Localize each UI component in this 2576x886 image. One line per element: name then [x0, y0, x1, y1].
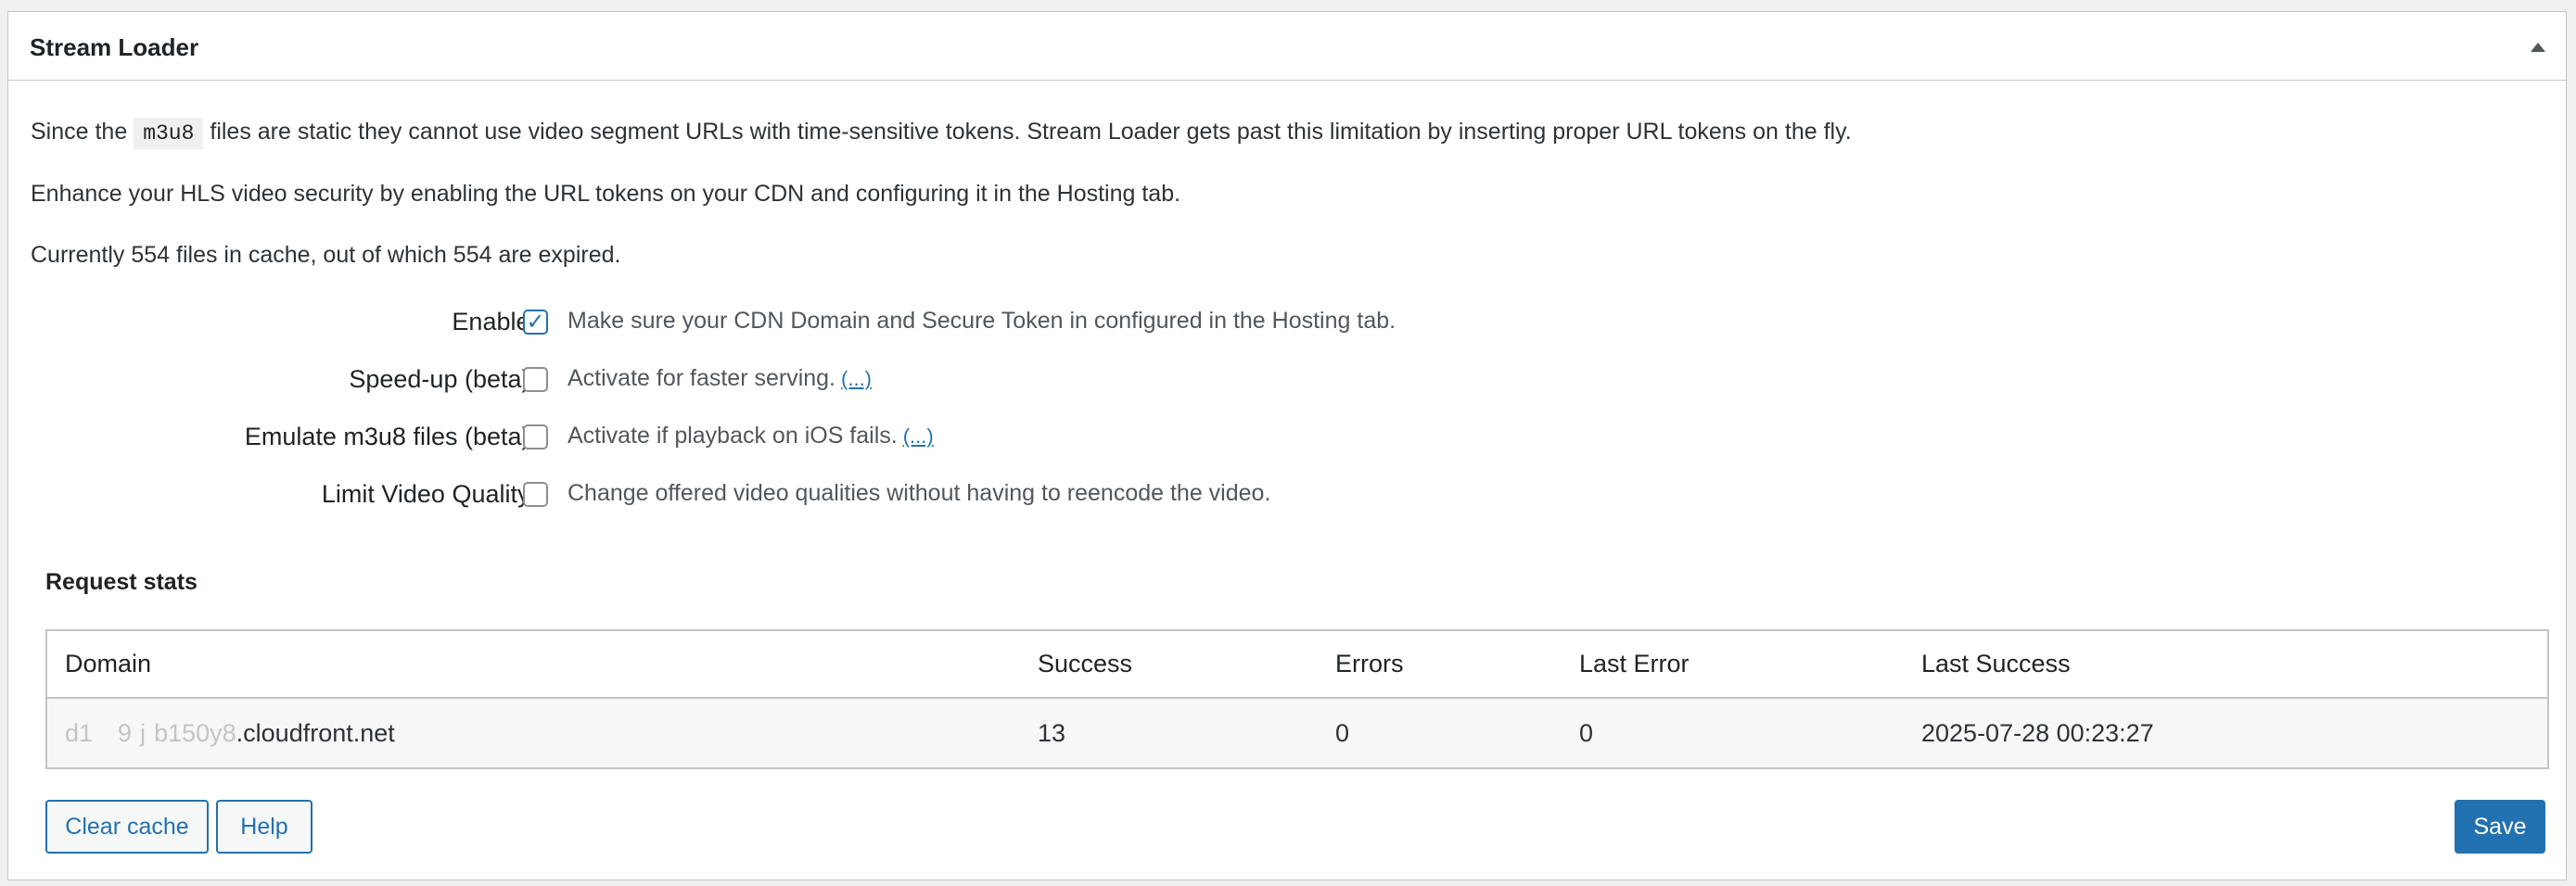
stream-loader-panel: Stream Loader Since the m3u8 files are s… — [7, 11, 2567, 880]
panel-header: Stream Loader — [8, 12, 2566, 81]
column-header: Errors — [1318, 630, 1562, 699]
setting-row-speedup: Speed-up (beta): Activate for faster ser… — [31, 360, 1514, 397]
emulate-more-link[interactable]: (...) — [903, 424, 934, 448]
speedup-checkbox[interactable] — [523, 367, 548, 392]
success-cell: 13 — [1020, 698, 1318, 768]
collapse-toggle-icon[interactable] — [2525, 34, 2551, 60]
setting-description-text: Activate for faster serving. — [567, 365, 836, 391]
table-header-row: Domain Success Errors Last Error Last Su… — [46, 630, 2548, 699]
emulate-m3u8-checkbox[interactable] — [523, 424, 548, 449]
setting-description: Activate for faster serving. (...) — [567, 365, 872, 392]
column-header: Success — [1020, 630, 1318, 699]
domain-visible: .cloudfront.net — [236, 718, 395, 747]
enable-checkbox[interactable]: ✓ — [523, 310, 548, 335]
errors-cell: 0 — [1318, 698, 1562, 768]
intro-paragraph-2: Enhance your HLS video security by enabl… — [31, 181, 1181, 207]
cache-status-text: Currently 554 files in cache, out of whi… — [31, 242, 621, 268]
intro-paragraph-1: Since the m3u8 files are static they can… — [31, 118, 1852, 149]
panel-title: Stream Loader — [30, 33, 199, 61]
column-header: Last Success — [1904, 630, 2548, 699]
column-header: Domain — [46, 630, 1020, 699]
domain-cell: d1 9 j b150y8.cloudfront.net — [46, 698, 1020, 768]
checkmark-icon: ✓ — [526, 309, 545, 335]
intro-text-after: files are static they cannot use video s… — [210, 119, 1852, 145]
setting-description: Make sure your CDN Domain and Secure Tok… — [567, 308, 1396, 334]
help-button[interactable]: Help — [216, 800, 312, 854]
setting-description-text: Activate if playback on iOS fails. — [567, 423, 898, 449]
setting-description: Activate if playback on iOS fails. (...) — [567, 423, 934, 449]
table-row: d1 9 j b150y8.cloudfront.net 13 0 0 2025… — [46, 698, 2548, 768]
last-success-cell: 2025-07-28 00:23:27 — [1904, 698, 2548, 768]
setting-label: Limit Video Quality: — [321, 480, 537, 508]
request-stats-title: Request stats — [45, 569, 198, 595]
intro-text-before: Since the — [31, 119, 128, 145]
setting-description: Change offered video qualities without h… — [567, 480, 1271, 506]
m3u8-code: m3u8 — [134, 118, 204, 149]
speedup-more-link[interactable]: (...) — [841, 367, 872, 390]
request-stats-table: Domain Success Errors Last Error Last Su… — [45, 629, 2549, 769]
setting-row-emulate: Emulate m3u8 files (beta): Activate if p… — [31, 417, 1514, 454]
setting-label: Emulate m3u8 files (beta): — [244, 423, 537, 450]
column-header: Last Error — [1562, 630, 1904, 699]
last-error-cell: 0 — [1562, 698, 1904, 768]
clear-cache-button[interactable]: Clear cache — [45, 800, 209, 854]
save-button[interactable]: Save — [2455, 800, 2545, 854]
setting-row-enable: Enable: ✓ Make sure your CDN Domain and … — [31, 302, 1514, 339]
limit-quality-checkbox[interactable] — [523, 482, 548, 507]
setting-label: Speed-up (beta): — [349, 365, 537, 393]
domain-redacted: d1 9 j b150y8 — [65, 718, 236, 747]
setting-row-limit-quality: Limit Video Quality: Change offered vide… — [31, 475, 1514, 512]
